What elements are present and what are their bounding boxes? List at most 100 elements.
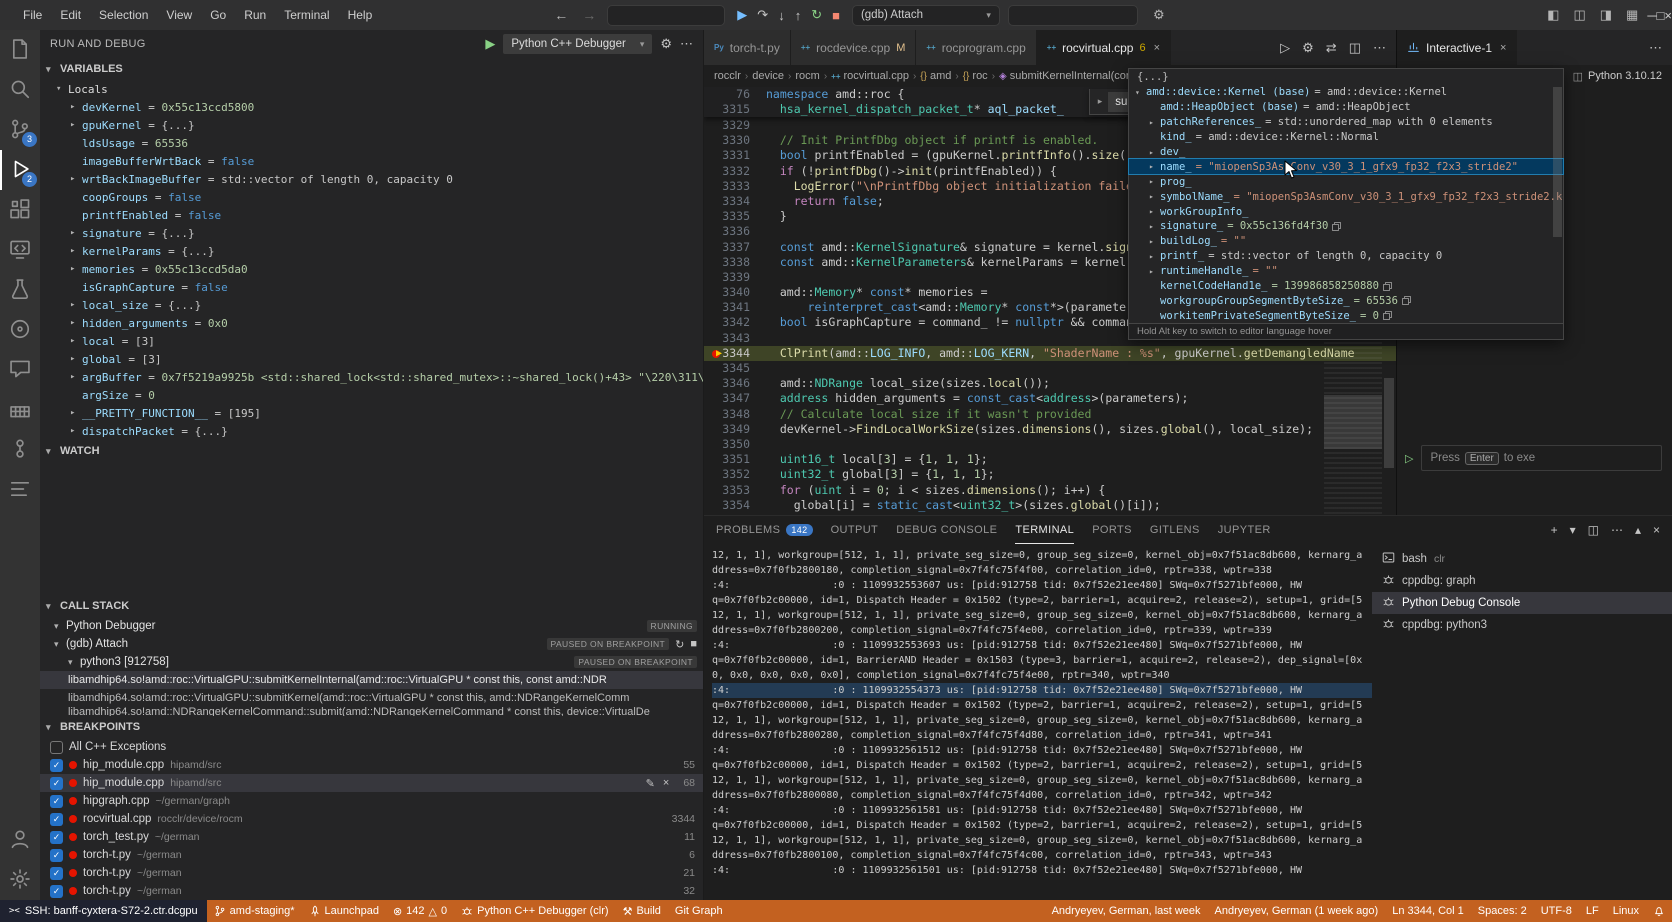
variables-section-header[interactable]: ▾ VARIABLES: [40, 58, 703, 80]
activity-settings[interactable]: [0, 860, 40, 900]
stop-icon[interactable]: ■: [832, 8, 840, 23]
settings-icon[interactable]: ⚙: [1302, 40, 1314, 56]
status-item[interactable]: Andryeyev, German, last week: [1045, 900, 1208, 922]
debug-session-picker[interactable]: (gdb) Attach ▾: [852, 5, 1000, 26]
tab-rocprogram.cpp[interactable]: ++ rocprogram.cpp: [916, 30, 1036, 65]
hover-variable-row[interactable]: ▾ amd::device::Kernel (base) = amd::devi…: [1129, 85, 1563, 100]
checkbox-checked[interactable]: ✓: [50, 867, 63, 880]
settings-gear-icon[interactable]: ⚙: [1146, 7, 1172, 23]
code-line-3350[interactable]: 3350: [704, 437, 1396, 452]
build-item[interactable]: ⚒ Build: [616, 900, 668, 922]
hover-variable-row[interactable]: ▸ runtimeHandle_ = "": [1129, 264, 1563, 279]
activity-containers[interactable]: [0, 390, 40, 430]
step-out-icon[interactable]: ↑: [795, 8, 802, 23]
command-center-left[interactable]: [607, 5, 725, 26]
terminal-session-cppdbg-graph[interactable]: cppdbg: graph: [1372, 570, 1672, 592]
close-icon[interactable]: ×: [1500, 42, 1506, 54]
checkbox-checked[interactable]: ✓: [50, 759, 63, 772]
toggle-sidebar-right-icon[interactable]: ◨: [1593, 7, 1619, 22]
more-actions-icon[interactable]: ⋯: [1373, 40, 1386, 56]
copy-value-icon[interactable]: [1383, 282, 1392, 291]
breakpoint-row[interactable]: ✓ hipgraph.cpp ~/german/graph: [40, 792, 703, 810]
variable-row[interactable]: ▸ __PRETTY_FUNCTION__ = [195]: [40, 404, 703, 422]
activity-account[interactable]: [0, 820, 40, 860]
more-actions-icon[interactable]: ⋯: [1649, 40, 1662, 56]
code-line-3351[interactable]: 3351 uint16_t local[3] = {1, 1, 1};: [704, 452, 1396, 467]
code-line-3348[interactable]: 3348 // Calculate local size if it wasn'…: [704, 407, 1396, 422]
status-item[interactable]: LF: [1579, 900, 1606, 922]
breadcrumb-item[interactable]: {}roc: [963, 70, 988, 82]
status-item[interactable]: Ln 3344, Col 1: [1385, 900, 1471, 922]
stack-frame[interactable]: libamdhip64.so!amd::NDRangeKernelCommand…: [40, 707, 703, 716]
remote-indicator[interactable]: >< SSH: banff-cyxtera-S72-2.ctr.dcgpu: [0, 900, 207, 922]
breadcrumb-item[interactable]: {}amd: [920, 70, 951, 82]
variable-row[interactable]: ▸ devKernel = 0x55c13ccd5800: [40, 98, 703, 116]
terminal-output[interactable]: 12, 1, 1], workgroup=[512, 1, 1], privat…: [704, 544, 1372, 900]
menu-help[interactable]: Help: [339, 8, 382, 22]
command-center-right[interactable]: [1008, 5, 1138, 26]
hover-variable-row[interactable]: ▸ name_ = "miopenSp3AsmConv_v30_3_1_gfx9…: [1129, 159, 1563, 174]
notifications-bell[interactable]: [1646, 900, 1672, 922]
start-debugging-icon[interactable]: ▶: [485, 36, 495, 52]
checkbox-checked[interactable]: ✓: [50, 885, 63, 898]
panel-tab-output[interactable]: OUTPUT: [831, 516, 879, 544]
tab-rocvirtual.cpp[interactable]: ++ rocvirtual.cpp 6 ×: [1037, 30, 1171, 65]
call-stack-section-header[interactable]: ▾ CALL STACK: [40, 595, 703, 617]
open-changes-icon[interactable]: ⇄: [1326, 40, 1337, 56]
activity-extensions[interactable]: [0, 190, 40, 230]
code-line-3354[interactable]: 3354 global[i] = static_cast<uint32_t>(s…: [704, 498, 1396, 513]
variable-row[interactable]: ▸ argBuffer = 0x7f5219a9925b <std::share…: [40, 368, 703, 386]
checkbox-checked[interactable]: ✓: [50, 777, 63, 790]
hover-variable-row[interactable]: kind_ = amd::device::Kernel::Normal: [1129, 130, 1563, 145]
locals-group-row[interactable]: ▾ Locals: [40, 80, 703, 98]
variable-row[interactable]: isGraphCapture = false: [40, 278, 703, 296]
hover-variable-row[interactable]: ▸ symbolName_ = "miopenSp3AsmConv_v30_3_…: [1129, 189, 1563, 204]
hover-variable-row[interactable]: workgroupGroupSegmentByteSize_ = 65536: [1129, 293, 1563, 308]
call-stack-thread[interactable]: ▾ Python Debugger RUNNING: [40, 617, 703, 635]
breadcrumb-item[interactable]: rocm: [795, 70, 819, 82]
activity-testing[interactable]: [0, 270, 40, 310]
close-button[interactable]: ×: [1664, 4, 1672, 27]
panel-tab-gitlens[interactable]: GITLENS: [1150, 516, 1200, 544]
customize-layout-icon[interactable]: ▦: [1619, 7, 1645, 22]
status-item[interactable]: Spaces: 2: [1471, 900, 1534, 922]
variable-row[interactable]: coopGroups = false: [40, 188, 703, 206]
nav-forward-icon[interactable]: →: [579, 7, 599, 23]
status-item[interactable]: UTF-8: [1534, 900, 1579, 922]
variable-row[interactable]: ldsUsage = 65536: [40, 134, 703, 152]
panel-tab-jupyter[interactable]: JUPYTER: [1218, 516, 1271, 544]
activity-run-and-debug[interactable]: 2: [0, 150, 40, 190]
copy-value-icon[interactable]: [1402, 296, 1411, 305]
minimap-slider[interactable]: [1324, 395, 1382, 449]
activity-search[interactable]: [0, 70, 40, 110]
restart-icon[interactable]: ↻: [811, 7, 822, 23]
debug-settings-gear-icon[interactable]: ⚙: [660, 36, 672, 52]
menu-view[interactable]: View: [157, 8, 201, 22]
variable-row[interactable]: ▸ signature = {...}: [40, 224, 703, 242]
panel-tab-ports[interactable]: PORTS: [1092, 516, 1132, 544]
variable-row[interactable]: ▸ local_size = {...}: [40, 296, 703, 314]
code-line-3353[interactable]: 3353 for (uint i = 0; i < sizes.dimensio…: [704, 483, 1396, 498]
activity-chat[interactable]: [0, 350, 40, 390]
debugger-item[interactable]: Python C++ Debugger (clr): [454, 900, 615, 922]
git-graph-item[interactable]: Git Graph: [668, 900, 730, 922]
activity-todo[interactable]: [0, 470, 40, 510]
interactive-input[interactable]: Press Enter to exe: [1421, 445, 1662, 471]
toggle-sidebar-left-icon[interactable]: ◧: [1540, 7, 1566, 22]
terminal-session-cppdbg-python3[interactable]: cppdbg: python3: [1372, 614, 1672, 636]
code-line-3344[interactable]: ▶3344 ClPrint(amd::LOG_INFO, amd::LOG_KE…: [704, 346, 1396, 361]
remove-breakpoint-icon[interactable]: ×: [663, 777, 669, 790]
breakpoint-row[interactable]: ✓ torch-t.py ~/german 32: [40, 882, 703, 900]
menu-file[interactable]: File: [14, 8, 51, 22]
variable-row[interactable]: ▸ hidden_arguments = 0x0: [40, 314, 703, 332]
code-line-3346[interactable]: 3346 amd::NDRange local_size(sizes.local…: [704, 376, 1396, 391]
checkbox-checked[interactable]: ✓: [50, 831, 63, 844]
variable-row[interactable]: ▸ local = [3]: [40, 332, 703, 350]
hover-variable-row[interactable]: ▸ patchReferences_ = std::unordered_map …: [1129, 115, 1563, 130]
menu-terminal[interactable]: Terminal: [275, 8, 338, 22]
breakpoint-row[interactable]: ✓ torch-t.py ~/german 21: [40, 864, 703, 882]
step-into-icon[interactable]: ↓: [778, 8, 785, 23]
toggle-panel-icon[interactable]: ◫: [1566, 7, 1592, 22]
copy-value-icon[interactable]: [1383, 311, 1392, 320]
terminal-picker-icon[interactable]: ▾: [1570, 523, 1576, 537]
